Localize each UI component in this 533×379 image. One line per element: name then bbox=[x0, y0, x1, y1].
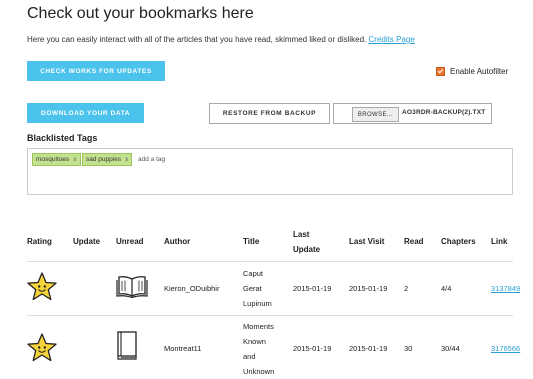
browse-button[interactable]: BROWSE... bbox=[352, 107, 399, 122]
title-line: Lupinum bbox=[243, 299, 272, 308]
work-link[interactable]: 3176566 bbox=[491, 341, 520, 356]
restore-backup-button[interactable]: RESTORE FROM BACKUP bbox=[209, 103, 330, 124]
tag-text: sad puppies bbox=[86, 156, 122, 163]
row-divider bbox=[27, 315, 513, 316]
header-read[interactable]: Read bbox=[404, 234, 424, 249]
header-title[interactable]: Title bbox=[243, 234, 259, 249]
title-line: Moments bbox=[243, 322, 274, 331]
header-rating[interactable]: Rating bbox=[27, 234, 52, 249]
last-visit-cell: 2015-01-19 bbox=[349, 284, 388, 293]
last-update-cell: 2015-01-19 bbox=[293, 284, 332, 293]
work-link[interactable]: 3137849 bbox=[491, 281, 520, 296]
download-data-button[interactable]: DOWNLOAD YOUR DATA bbox=[27, 103, 144, 123]
last-update-cell: 2015-01-19 bbox=[293, 344, 332, 353]
star-smile-icon[interactable] bbox=[27, 272, 57, 301]
header-last-update-line2: Update bbox=[293, 245, 321, 254]
blacklist-tag: mosquitoes x bbox=[32, 153, 81, 166]
intro-text: Here you can easily interact with all of… bbox=[27, 35, 367, 44]
tag-remove-button[interactable]: x bbox=[73, 156, 76, 163]
header-chapters[interactable]: Chapters bbox=[441, 234, 476, 249]
title-line: Known bbox=[243, 337, 266, 346]
title-line: Caput bbox=[243, 269, 264, 278]
header-author[interactable]: Author bbox=[164, 234, 190, 249]
chapters-cell: 30/44 bbox=[441, 344, 460, 353]
title-cell: Caput Gerat Lupinum bbox=[243, 266, 272, 311]
credits-link[interactable]: Credits Page bbox=[369, 35, 415, 44]
intro-paragraph: Here you can easily interact with all of… bbox=[27, 35, 415, 44]
header-unread[interactable]: Unread bbox=[116, 234, 144, 249]
read-cell: 30 bbox=[404, 344, 413, 353]
header-divider bbox=[27, 261, 513, 262]
header-link[interactable]: Link bbox=[491, 234, 507, 249]
tag-text: mosquitoes bbox=[36, 156, 70, 163]
chapters-cell: 4/4 bbox=[441, 284, 452, 293]
closed-book-icon[interactable] bbox=[116, 331, 138, 361]
author-cell: Kieron_ODuibhir bbox=[164, 284, 220, 293]
blacklist-label: Blacklisted Tags bbox=[27, 133, 98, 143]
autofilter-toggle[interactable]: Enable Autofilter bbox=[436, 67, 508, 76]
star-smile-icon[interactable] bbox=[27, 333, 57, 362]
title-cell: Moments Known and Unknown bbox=[243, 319, 274, 379]
title-line: Gerat bbox=[243, 284, 262, 293]
header-last-update[interactable]: Last Update bbox=[293, 227, 320, 257]
last-visit-cell: 2015-01-19 bbox=[349, 344, 388, 353]
blacklist-tag-input[interactable]: mosquitoes x sad puppies x add a tag bbox=[27, 148, 513, 195]
read-cell: 2 bbox=[404, 284, 409, 293]
check-updates-button[interactable]: CHECK WORKS FOR UPDATES bbox=[27, 61, 165, 81]
author-cell: Montreat11 bbox=[164, 344, 202, 353]
header-last-update-line1: Last bbox=[293, 230, 310, 239]
autofilter-checkbox[interactable] bbox=[436, 67, 445, 76]
autofilter-label: Enable Autofilter bbox=[450, 67, 509, 76]
title-line: and bbox=[243, 352, 256, 361]
backup-file-input[interactable]: BROWSE... AO3RDR-BACKUP(2).TXT bbox=[333, 103, 492, 124]
blacklist-tag: sad puppies x bbox=[82, 153, 133, 166]
add-tag-placeholder[interactable]: add a tag bbox=[138, 156, 165, 163]
page-title: Check out your bookmarks here bbox=[27, 5, 254, 22]
tag-remove-button[interactable]: x bbox=[125, 156, 128, 163]
header-update[interactable]: Update bbox=[73, 234, 100, 249]
selected-file-name: AO3RDR-BACKUP(2).TXT bbox=[402, 109, 486, 116]
open-book-icon[interactable] bbox=[116, 275, 148, 299]
header-last-visit[interactable]: Last Visit bbox=[349, 234, 384, 249]
